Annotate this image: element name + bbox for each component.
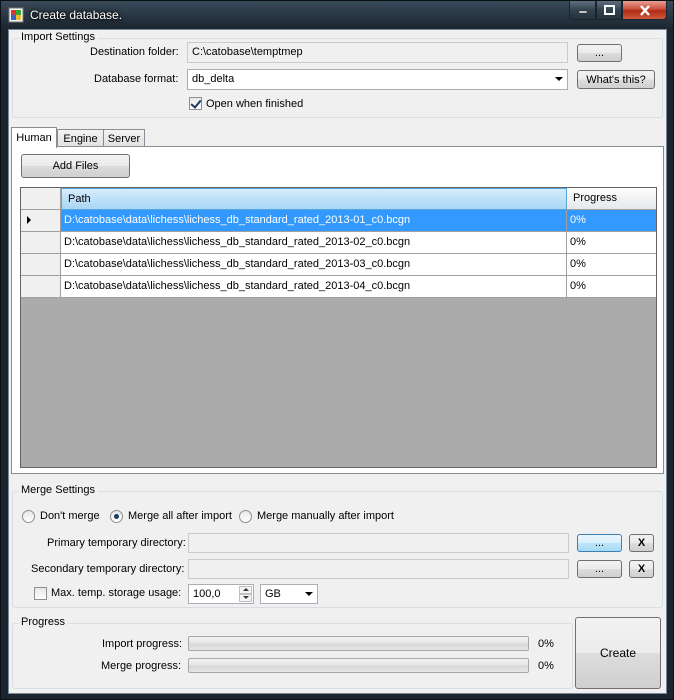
path-cell[interactable]: D:\catobase\data\lichess\lichess_db_stan… xyxy=(61,210,567,232)
close-icon: X xyxy=(637,563,646,575)
dont-merge-label[interactable]: Don't merge xyxy=(40,510,100,522)
database-format-value: db_delta xyxy=(192,73,235,85)
destination-folder-label: Destination folder: xyxy=(90,46,179,58)
destination-folder-field[interactable]: C:\catobase\temptmep xyxy=(187,42,568,63)
import-settings-title: Import Settings xyxy=(19,31,98,43)
database-app-icon xyxy=(8,7,24,23)
path-cell[interactable]: D:\catobase\data\lichess\lichess_db_stan… xyxy=(61,254,567,276)
maximize-button[interactable] xyxy=(596,1,622,20)
database-format-label: Database format: xyxy=(94,73,179,85)
tab-engine-label: Engine xyxy=(63,132,98,145)
window-title: Create database. xyxy=(30,8,123,22)
merge-progress-percent: 0% xyxy=(538,660,554,672)
primary-temp-dir-label: Primary temporary directory: xyxy=(47,537,186,549)
whats-this-button[interactable]: What's this? xyxy=(577,70,655,89)
title-bar[interactable]: Create database. xyxy=(1,1,673,29)
storage-unit-value: GB xyxy=(265,588,281,600)
progress-title: Progress xyxy=(19,616,69,628)
close-button[interactable] xyxy=(622,1,667,20)
storage-unit-dropdown[interactable]: GB xyxy=(260,584,318,604)
path-cell[interactable]: D:\catobase\data\lichess\lichess_db_stan… xyxy=(61,232,567,254)
dont-merge-radio[interactable] xyxy=(22,510,35,523)
create-button[interactable]: Create xyxy=(575,617,661,689)
progress-group: Progress xyxy=(12,616,573,689)
primary-browse-button[interactable]: ... xyxy=(577,534,622,552)
progress-cell[interactable]: 0% xyxy=(567,232,656,254)
column-header-path[interactable]: Path xyxy=(61,188,567,210)
max-temp-storage-checkbox[interactable] xyxy=(34,587,47,600)
grid-corner-header xyxy=(21,188,61,210)
tab-engine[interactable]: Engine xyxy=(57,129,104,147)
tab-server[interactable]: Server xyxy=(103,129,145,147)
chevron-down-icon xyxy=(305,592,313,596)
table-row[interactable]: D:\catobase\data\lichess\lichess_db_stan… xyxy=(21,254,656,276)
spinner-up-icon[interactable] xyxy=(239,586,252,594)
merge-manually-radio[interactable] xyxy=(239,510,252,523)
close-icon: X xyxy=(637,537,646,549)
chevron-down-icon xyxy=(555,77,563,81)
open-when-finished-checkbox[interactable] xyxy=(189,97,202,110)
import-progress-label: Import progress: xyxy=(102,638,183,650)
minimize-icon xyxy=(578,10,587,14)
max-temp-storage-value: 100,0 xyxy=(193,588,221,600)
add-files-button[interactable]: Add Files xyxy=(21,154,130,178)
tab-human[interactable]: Human xyxy=(11,127,57,148)
secondary-temp-dir-label: Secondary temporary directory: xyxy=(31,563,185,575)
human-tab-panel: Add Files Path Progress D:\catobase\data… xyxy=(11,146,664,474)
progress-cell[interactable]: 0% xyxy=(567,254,656,276)
path-cell[interactable]: D:\catobase\data\lichess\lichess_db_stan… xyxy=(61,276,567,298)
current-row-pointer-icon xyxy=(27,216,31,224)
primary-clear-button[interactable]: X xyxy=(629,534,654,552)
merge-progress-bar xyxy=(188,658,529,673)
max-temp-storage-input[interactable]: 100,0 xyxy=(188,584,254,604)
tab-human-label: Human xyxy=(16,132,52,144)
open-when-finished-label[interactable]: Open when finished xyxy=(206,98,303,110)
maximize-icon xyxy=(603,5,615,15)
max-temp-storage-label[interactable]: Max. temp. storage usage: xyxy=(51,587,181,599)
spinner-down-icon[interactable] xyxy=(239,594,252,602)
secondary-clear-button[interactable]: X xyxy=(629,560,654,578)
table-row[interactable]: D:\catobase\data\lichess\lichess_db_stan… xyxy=(21,210,656,232)
row-header[interactable] xyxy=(21,210,61,232)
progress-cell[interactable]: 0% xyxy=(567,276,656,298)
row-header[interactable] xyxy=(21,276,61,298)
grid-header-row: Path Progress xyxy=(21,188,656,210)
close-icon xyxy=(639,4,650,16)
merge-all-after-import-radio[interactable] xyxy=(110,510,123,523)
progress-cell[interactable]: 0% xyxy=(567,210,656,232)
column-header-progress[interactable]: Progress xyxy=(567,188,656,210)
merge-settings-title: Merge Settings xyxy=(19,484,98,496)
destination-browse-button[interactable]: ... xyxy=(577,44,622,62)
files-grid[interactable]: Path Progress D:\catobase\data\lichess\l… xyxy=(20,187,657,468)
row-header[interactable] xyxy=(21,254,61,276)
dialog-client-area: Import Settings Destination folder: C:\c… xyxy=(8,29,667,694)
table-row[interactable]: D:\catobase\data\lichess\lichess_db_stan… xyxy=(21,232,656,254)
tab-server-label: Server xyxy=(107,132,141,145)
import-progress-percent: 0% xyxy=(538,638,554,650)
secondary-temp-dir-field[interactable] xyxy=(188,559,569,579)
primary-temp-dir-field[interactable] xyxy=(188,533,569,553)
import-progress-bar xyxy=(188,636,529,651)
merge-manually-label[interactable]: Merge manually after import xyxy=(257,510,394,522)
database-format-dropdown[interactable]: db_delta xyxy=(187,69,568,90)
minimize-button[interactable] xyxy=(569,1,596,20)
merge-progress-label: Merge progress: xyxy=(101,660,182,672)
table-row[interactable]: D:\catobase\data\lichess\lichess_db_stan… xyxy=(21,276,656,298)
merge-all-after-import-label[interactable]: Merge all after import xyxy=(128,510,232,522)
secondary-browse-button[interactable]: ... xyxy=(577,560,622,578)
create-database-window: Create database. Import Settings Destina… xyxy=(0,0,674,700)
row-header[interactable] xyxy=(21,232,61,254)
